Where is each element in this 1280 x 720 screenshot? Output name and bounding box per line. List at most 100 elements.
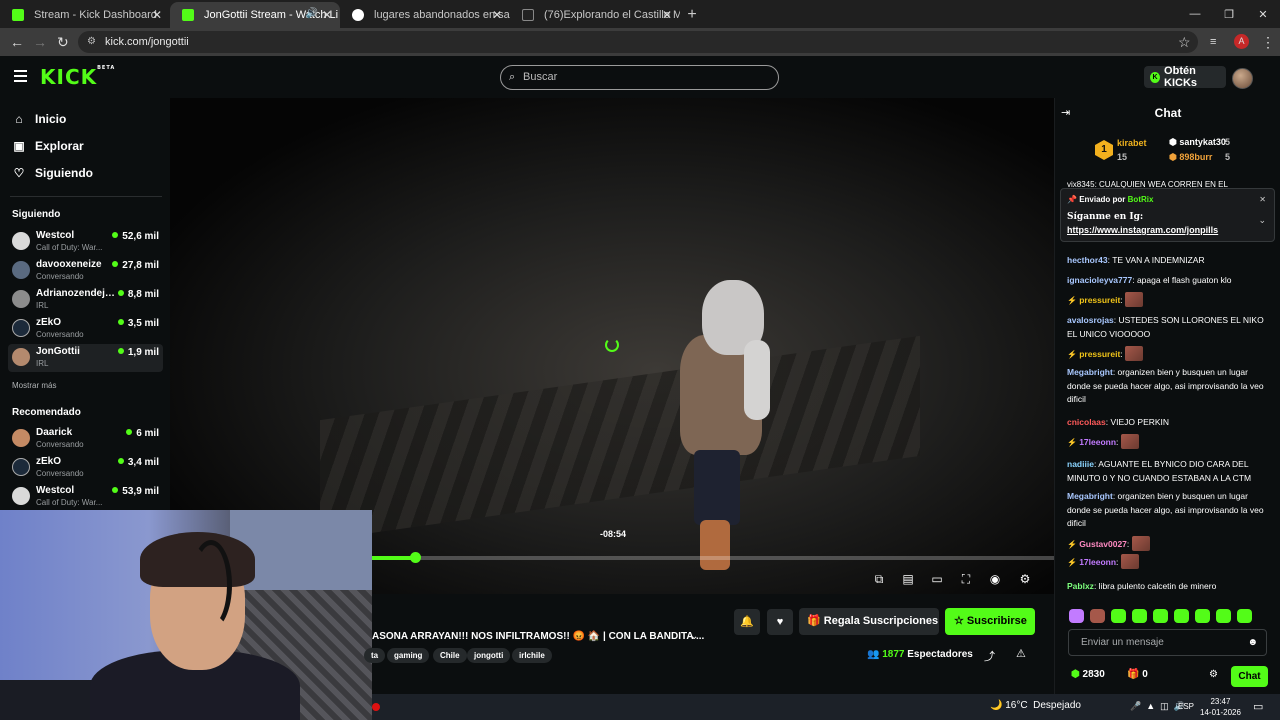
chat-username[interactable]: 17leeonn xyxy=(1079,437,1116,447)
emote-icon[interactable] xyxy=(1111,609,1126,623)
chat-username[interactable]: 17leeonn xyxy=(1079,557,1116,567)
search-placeholder: Buscar xyxy=(523,71,558,83)
menu-hamburger-icon[interactable] xyxy=(14,70,27,82)
sidebar-channel-daarick[interactable]: Daarick Conversando 6 mil xyxy=(8,425,163,453)
chat-username[interactable]: Gustav0027 xyxy=(1079,539,1127,549)
stream-tag[interactable]: Chile xyxy=(433,648,467,663)
notifications-icon[interactable]: ▭ xyxy=(1253,700,1263,713)
leaderboard-top-user[interactable]: kirabet xyxy=(1117,138,1147,148)
chat-message: Megabright: organizen bien y busquen un … xyxy=(1067,367,1264,404)
emoji-picker-icon[interactable]: ☻ xyxy=(1247,630,1258,655)
settings-gear-icon[interactable]: ⚙ xyxy=(1018,572,1032,586)
browser-tab-jongottii[interactable]: JonGottii Stream - Watch Li 🔊 ✕ xyxy=(170,2,340,28)
user-avatar[interactable] xyxy=(1232,68,1253,89)
sidebar-channel-jongottii[interactable]: JonGottii IRL 1,9 mil xyxy=(8,344,163,372)
new-tab-button[interactable]: + xyxy=(680,2,704,28)
emote-icon[interactable] xyxy=(1216,609,1231,623)
emote-icon[interactable] xyxy=(1153,609,1168,623)
sidebar-channel-davooxeneize[interactable]: davooxeneize Conversando 27,8 mil xyxy=(8,257,163,285)
nav-explorar[interactable]: ▣ Explorar xyxy=(12,139,83,153)
stream-tag[interactable]: jongotti xyxy=(467,648,511,663)
profile-avatar[interactable]: A xyxy=(1234,34,1249,49)
leaderboard-user[interactable]: ⬢ santykat30 xyxy=(1169,137,1226,148)
emote-icon[interactable] xyxy=(1132,609,1147,623)
collapse-chat-icon[interactable]: ⇥ xyxy=(1061,106,1070,119)
chat-username[interactable]: Megabright xyxy=(1067,367,1113,377)
stream-tag[interactable]: gaming xyxy=(387,648,430,663)
seek-handle[interactable] xyxy=(409,552,421,563)
back-icon[interactable]: ← xyxy=(10,34,24,50)
stream-tag[interactable]: irlchile xyxy=(512,648,552,663)
kicks-coin-icon: K xyxy=(1150,71,1161,83)
notifications-bell-button[interactable]: 🔔 xyxy=(734,609,760,635)
chat-username[interactable]: pressureit xyxy=(1079,349,1120,359)
weather-widget[interactable]: 🌙 16°C Despejado xyxy=(990,700,1081,711)
browser-tab-google-search[interactable]: lugares abandonados en santia ✕ xyxy=(340,2,510,28)
chat-username[interactable]: nadiiie xyxy=(1067,459,1094,469)
subscribe-button[interactable]: ☆ Suscribirse xyxy=(945,608,1035,635)
chat-username[interactable]: hecthor43 xyxy=(1067,255,1108,265)
browser-menu-icon[interactable]: ⋮ xyxy=(1261,34,1275,51)
restore-icon[interactable]: ❐ xyxy=(1212,0,1246,28)
show-more-link[interactable]: Mostrar más xyxy=(12,381,56,390)
browser-tab-kick-dashboard[interactable]: Stream - Kick Dashboard ✕ xyxy=(0,2,170,28)
url-text: kick.com/jongottii xyxy=(105,36,189,48)
chat-username[interactable]: Pablxz xyxy=(1067,581,1094,591)
reload-icon[interactable]: ↻ xyxy=(57,34,69,51)
close-tab-icon[interactable]: ✕ xyxy=(322,8,332,22)
speaker-icon[interactable]: 🔊 xyxy=(306,8,318,19)
chat-username[interactable]: pressureit xyxy=(1079,295,1120,305)
emote-icon[interactable] xyxy=(1069,609,1084,623)
bookmark-star-icon[interactable]: ☆ xyxy=(1178,34,1191,51)
browser-tab-tiktok[interactable]: (76)Explorando el Castillo Med ✕ xyxy=(510,2,680,28)
close-tab-icon[interactable]: ✕ xyxy=(662,8,672,22)
emote-icon[interactable] xyxy=(1090,609,1105,623)
close-window-icon[interactable]: ✕ xyxy=(1246,0,1280,28)
chat-username[interactable]: cnicolaas xyxy=(1067,417,1106,427)
emote-icon[interactable] xyxy=(1195,609,1210,623)
report-warning-icon[interactable]: ⚠ xyxy=(1016,647,1026,660)
emote-icon[interactable] xyxy=(1237,609,1252,623)
kick-logo[interactable]: KICKBETA xyxy=(40,65,115,89)
clip-icon[interactable]: ▤ xyxy=(901,572,915,586)
leaderboard-top-count: 15 xyxy=(1117,152,1128,162)
gift-count[interactable]: 🎁 0 xyxy=(1127,669,1148,680)
minimize-icon[interactable]: — xyxy=(1178,0,1212,28)
taskbar-clock[interactable]: 23:47 14-01-2026 xyxy=(1200,696,1241,718)
chat-message-input[interactable]: Enviar un mensaje ☻ xyxy=(1068,629,1267,656)
sidebar-channel-adrianozendeja[interactable]: Adrianozendeja... IRL 8,8 mil xyxy=(8,286,163,314)
share-icon[interactable]: ⤴ xyxy=(984,648,995,664)
get-kicks-button[interactable]: K Obtén KICKs xyxy=(1144,65,1226,89)
emote-icon[interactable] xyxy=(1174,609,1189,623)
chevron-down-icon[interactable]: ⌄ xyxy=(690,631,698,642)
chat-username[interactable]: avalosrojas xyxy=(1067,315,1114,325)
gift-subs-button[interactable]: 🎁 Regala Suscripciones xyxy=(799,608,939,635)
chat-settings-icon[interactable]: ⚙ xyxy=(1209,669,1218,680)
theater-mode-icon[interactable]: ▭ xyxy=(930,572,944,586)
address-bar[interactable]: ⚙ kick.com/jongottii xyxy=(78,31,1198,53)
follow-heart-button[interactable]: ♥ xyxy=(767,609,793,635)
close-tab-icon[interactable]: ✕ xyxy=(492,8,502,22)
close-tab-icon[interactable]: ✕ xyxy=(152,8,162,22)
sidebar-channel-zeko-rec[interactable]: zEkO Conversando 3,4 mil xyxy=(8,454,163,482)
stream-tag[interactable]: ta xyxy=(364,648,386,663)
sidebar-channel-westcol[interactable]: Westcol Call of Duty: War... 52,6 mil xyxy=(8,228,163,256)
sidebar-channel-westcol-rec[interactable]: Westcol Call of Duty: War... 53,9 mil xyxy=(8,483,163,511)
input-language[interactable]: ESP xyxy=(1178,702,1194,711)
channel-points[interactable]: ⬢ 2830 xyxy=(1071,669,1105,680)
fullscreen-icon[interactable]: ⛶ xyxy=(959,572,973,586)
chat-username[interactable]: Megabright xyxy=(1067,491,1113,501)
chat-username[interactable]: ignacioleyva777 xyxy=(1067,275,1132,285)
send-chat-button[interactable]: Chat xyxy=(1231,666,1268,687)
nav-inicio[interactable]: ⌂ Inicio xyxy=(12,112,66,126)
media-control-icon[interactable]: ≡ xyxy=(1210,36,1216,48)
site-info-icon[interactable]: ⚙ xyxy=(87,31,96,53)
leaderboard-user[interactable]: ⬢ 898burr xyxy=(1169,152,1212,163)
miniplayer-icon[interactable]: ⧉ xyxy=(872,572,886,586)
live-rewind-icon[interactable]: ◉ xyxy=(988,572,1002,586)
nav-siguiendo[interactable]: ♡ Siguiendo xyxy=(12,166,93,180)
sidebar-channel-zeko[interactable]: zEkO Conversando 3,5 mil xyxy=(8,315,163,343)
forward-icon[interactable]: → xyxy=(33,34,47,50)
chat-messages: hecthor43: TE VAN A INDEMNIZAR ignacioley… xyxy=(1055,178,1280,604)
search-input[interactable]: ⌕ Buscar xyxy=(500,65,779,90)
